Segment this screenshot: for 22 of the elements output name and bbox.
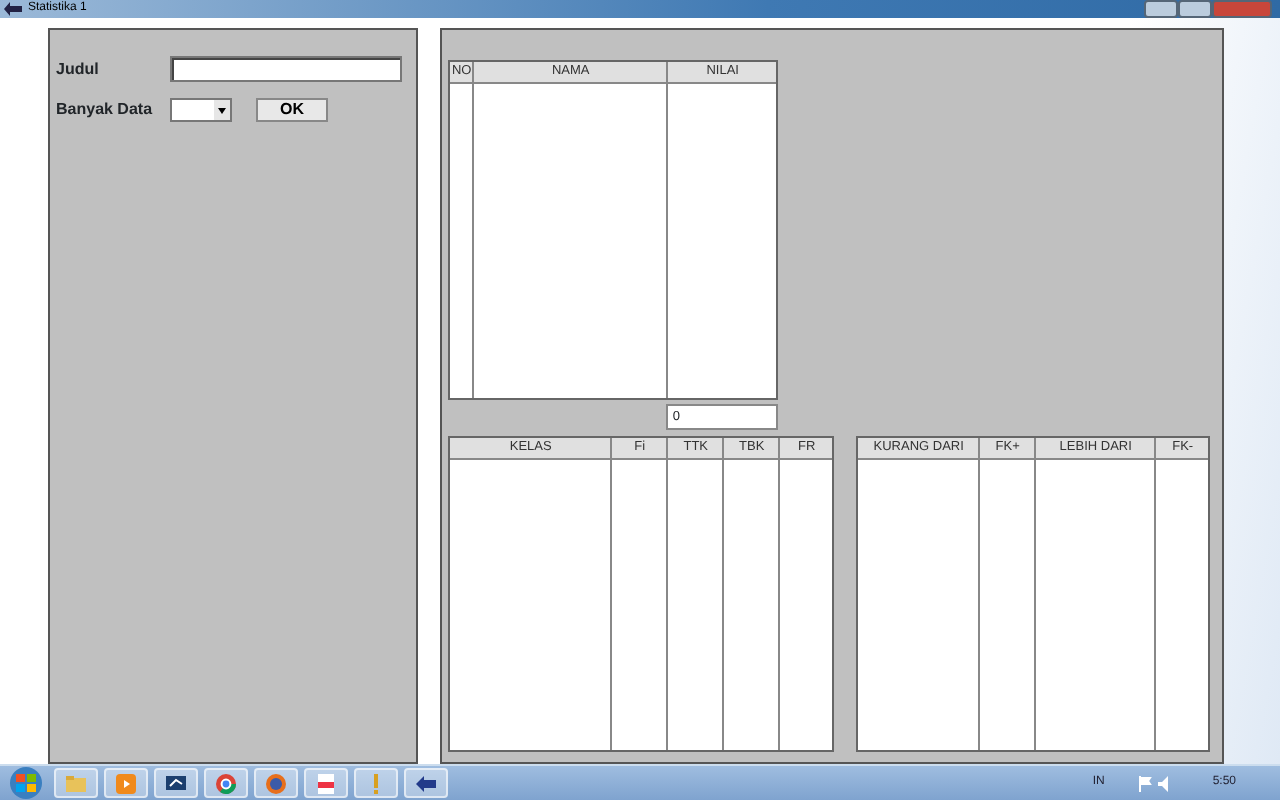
document-icon [314,771,338,795]
ok-button[interactable]: OK [256,98,328,122]
start-button[interactable] [4,766,48,800]
browser-icon [214,771,238,795]
globe-taskbar-button[interactable] [254,768,298,798]
minimize-button[interactable] [1144,0,1178,18]
maximize-button[interactable] [1178,0,1212,18]
arrow-taskbar-button[interactable] [404,768,448,798]
arrow-icon [414,771,438,795]
media-icon [114,771,138,795]
flag-icon[interactable] [1138,775,1153,791]
judul-field[interactable] [170,56,402,82]
banyak-data-dropdown[interactable] [170,98,232,122]
browser-taskbar-button[interactable] [204,768,248,798]
monitor-taskbar-button[interactable] [154,768,198,798]
document-taskbar-button[interactable] [304,768,348,798]
monitor-icon [164,771,188,795]
judul-label: Judul [56,57,101,81]
banyak-data-label: Banyak Data [56,98,155,122]
caret-icon [214,100,230,120]
app-icon [4,2,22,16]
folder-icon [64,771,88,795]
